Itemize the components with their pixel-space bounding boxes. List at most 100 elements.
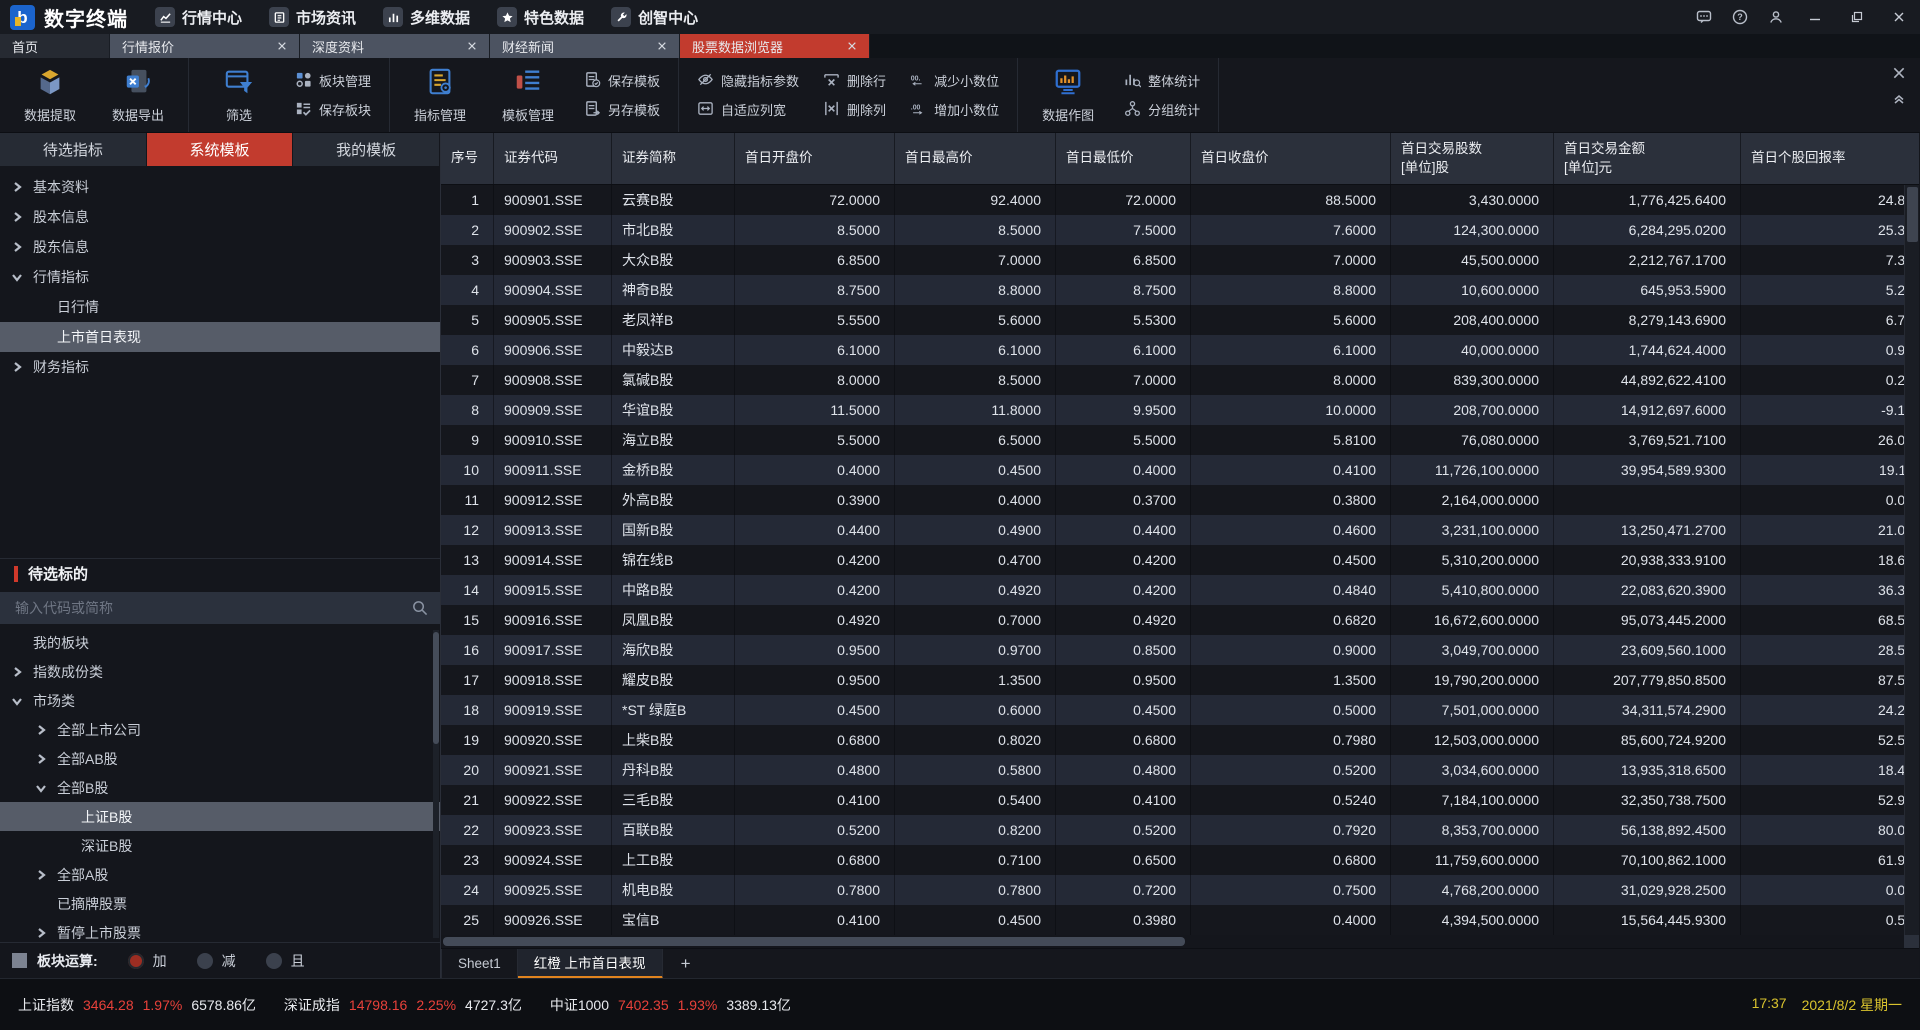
tree-item-quote-indicators[interactable]: 行情指标	[0, 262, 440, 292]
close-button[interactable]	[1878, 0, 1920, 34]
data-extract-button[interactable]: 数据提取	[6, 58, 94, 132]
chevron-down-icon[interactable]	[11, 695, 23, 707]
tree-item-suspended-stocks[interactable]: 暂停上市股票	[0, 918, 440, 942]
column-header-8[interactable]: 首日交易金额[单位]元	[1554, 133, 1741, 184]
hide-indicator-params-button[interactable]: 隐藏指标参数	[697, 71, 799, 91]
menubar-item-featured-data[interactable]: 特色数据	[497, 7, 584, 28]
vertical-scrollbar[interactable]	[1904, 185, 1919, 935]
table-row[interactable]: 8900909.SSE华谊B股11.500011.80009.950010.00…	[441, 395, 1919, 425]
chevron-right-icon[interactable]	[35, 753, 47, 765]
tree-item-all-a-shares[interactable]: 全部A股	[0, 860, 440, 889]
tree-item-sh-b-shares[interactable]: 上证B股	[0, 802, 440, 831]
menubar-item-multi-data[interactable]: 多维数据	[383, 7, 470, 28]
fit-column-width-button[interactable]: 自适应列宽	[697, 100, 799, 120]
menubar-item-market-news[interactable]: 市场资讯	[269, 7, 356, 28]
tab-close-icon[interactable]	[847, 41, 857, 51]
overall-stats-button[interactable]: 整体统计	[1124, 71, 1200, 91]
tree-item-ipo-first-day[interactable]: 上市首日表现	[0, 322, 440, 352]
tree-item-delisted-stocks[interactable]: 已摘牌股票	[0, 889, 440, 918]
data-chart-button[interactable]: 数据作图	[1024, 58, 1112, 132]
tree-item-holder-info[interactable]: 股东信息	[0, 232, 440, 262]
table-row[interactable]: 5900905.SSE老凤祥B5.55005.60005.53005.60002…	[441, 305, 1919, 335]
radio-icon[interactable]	[266, 953, 282, 969]
table-row[interactable]: 20900921.SSE丹科B股0.48000.58000.48000.5200…	[441, 755, 1919, 785]
column-header-3[interactable]: 首日开盘价	[735, 133, 895, 184]
tab-depth-info[interactable]: 深度资料	[300, 34, 490, 58]
add-sheet-button[interactable]: +	[675, 954, 697, 974]
table-row[interactable]: 6900906.SSE中毅达B6.10006.10006.10006.10004…	[441, 335, 1919, 365]
tab-quotes[interactable]: 行情报价	[110, 34, 300, 58]
horizontal-scroll-thumb[interactable]	[443, 937, 1185, 946]
targets-tree-scroll-thumb[interactable]	[433, 632, 439, 744]
table-row[interactable]: 12900913.SSE国新B股0.44000.49000.44000.4600…	[441, 515, 1919, 545]
close-browser-icon[interactable]	[1892, 66, 1906, 80]
chevron-down-icon[interactable]	[11, 271, 23, 283]
chevron-right-icon[interactable]	[11, 241, 23, 253]
block-calc-option-and[interactable]: 且	[266, 951, 305, 971]
tree-item-financial-indicators[interactable]: 财务指标	[0, 352, 440, 382]
table-row[interactable]: 17900918.SSE耀皮B股0.95001.35000.95001.3500…	[441, 665, 1919, 695]
menubar-item-ai-center[interactable]: 创智中心	[611, 7, 698, 28]
table-row[interactable]: 3900903.SSE大众B股6.85007.00006.85007.00004…	[441, 245, 1919, 275]
column-header-4[interactable]: 首日最高价	[895, 133, 1056, 184]
tree-item-daily-quote[interactable]: 日行情	[0, 292, 440, 322]
tree-item-all-ab-shares[interactable]: 全部AB股	[0, 744, 440, 773]
chevron-right-icon[interactable]	[11, 181, 23, 193]
column-header-2[interactable]: 证券简称	[612, 133, 735, 184]
menubar-item-quote-center[interactable]: 行情中心	[155, 7, 242, 28]
block-calc-option-subtract[interactable]: 减	[197, 951, 236, 971]
tree-item-index-components[interactable]: 指数成份类	[0, 657, 440, 686]
tab-close-icon[interactable]	[467, 41, 477, 51]
search-input[interactable]	[0, 592, 440, 624]
chevron-right-icon[interactable]	[11, 211, 23, 223]
collapse-toolbar-icon[interactable]	[1892, 92, 1906, 106]
block-manage-button[interactable]: 板块管理	[295, 71, 371, 91]
help-icon[interactable]: ?	[1722, 0, 1758, 34]
vertical-scroll-thumb[interactable]	[1907, 187, 1918, 242]
increase-decimal-button[interactable]: .00增加小数位	[910, 100, 999, 120]
table-row[interactable]: 9900910.SSE海立B股5.50006.50005.50005.81007…	[441, 425, 1919, 455]
chevron-right-icon[interactable]	[35, 869, 47, 881]
table-row[interactable]: 25900926.SSE宝信B0.41000.45000.39800.40004…	[441, 905, 1919, 935]
block-calc-option-add[interactable]: 加	[128, 951, 167, 971]
save-as-template-button[interactable]: 另存模板	[584, 100, 660, 120]
table-row[interactable]: 4900904.SSE神奇B股8.75008.80008.75008.80001…	[441, 275, 1919, 305]
tab-finance-news[interactable]: 财经新闻	[490, 34, 680, 58]
tree-item-all-b-shares[interactable]: 全部B股	[0, 773, 440, 802]
chevron-right-icon[interactable]	[11, 361, 23, 373]
user-icon[interactable]	[1758, 0, 1794, 34]
delete-column-button[interactable]: 删除列	[823, 100, 886, 120]
maximize-button[interactable]	[1836, 0, 1878, 34]
radio-icon[interactable]	[128, 953, 144, 969]
column-header-0[interactable]: 序号	[441, 133, 494, 184]
targets-tree-scrollbar[interactable]	[433, 630, 439, 938]
tab-close-icon[interactable]	[657, 41, 667, 51]
table-row[interactable]: 19900920.SSE上柴B股0.68000.80200.68000.7980…	[441, 725, 1919, 755]
panel-tab-my-templates[interactable]: 我的模板	[293, 133, 440, 166]
minimize-button[interactable]	[1794, 0, 1836, 34]
column-header-5[interactable]: 首日最低价	[1056, 133, 1191, 184]
save-block-button[interactable]: 保存板块	[295, 100, 371, 120]
chevron-right-icon[interactable]	[35, 724, 47, 736]
table-row[interactable]: 18900919.SSE*ST 绿庭B0.45000.60000.45000.5…	[441, 695, 1919, 725]
column-header-7[interactable]: 首日交易股数[单位]股	[1391, 133, 1554, 184]
tree-item-equity-info[interactable]: 股本信息	[0, 202, 440, 232]
table-row[interactable]: 15900916.SSE凤凰B股0.49200.70000.49200.6820…	[441, 605, 1919, 635]
chevron-down-icon[interactable]	[35, 782, 47, 794]
tree-item-my-blocks[interactable]: 我的板块	[0, 628, 440, 657]
filter-button[interactable]: 筛选	[195, 58, 283, 132]
panel-tab-system-templates[interactable]: 系统模板	[147, 133, 294, 166]
save-template-button[interactable]: 保存模板	[584, 71, 660, 91]
data-export-button[interactable]: 数据导出	[94, 58, 182, 132]
table-row[interactable]: 13900914.SSE锦在线B0.42000.47000.42000.4500…	[441, 545, 1919, 575]
radio-icon[interactable]	[197, 953, 213, 969]
table-row[interactable]: 1900901.SSE云赛B股72.000092.400072.000088.5…	[441, 185, 1919, 215]
tab-close-icon[interactable]	[277, 41, 287, 51]
table-row[interactable]: 22900923.SSE百联B股0.52000.82000.52000.7920…	[441, 815, 1919, 845]
table-row[interactable]: 7900908.SSE氯碱B股8.00008.50007.00008.00008…	[441, 365, 1919, 395]
table-row[interactable]: 16900917.SSE海欣B股0.95000.97000.85000.9000…	[441, 635, 1919, 665]
table-row[interactable]: 14900915.SSE中路B股0.42000.49200.42000.4840…	[441, 575, 1919, 605]
table-row[interactable]: 21900922.SSE三毛B股0.41000.54000.41000.5240…	[441, 785, 1919, 815]
table-row[interactable]: 10900911.SSE金桥B股0.40000.45000.40000.4100…	[441, 455, 1919, 485]
table-row[interactable]: 24900925.SSE机电B股0.78000.78000.72000.7500…	[441, 875, 1919, 905]
